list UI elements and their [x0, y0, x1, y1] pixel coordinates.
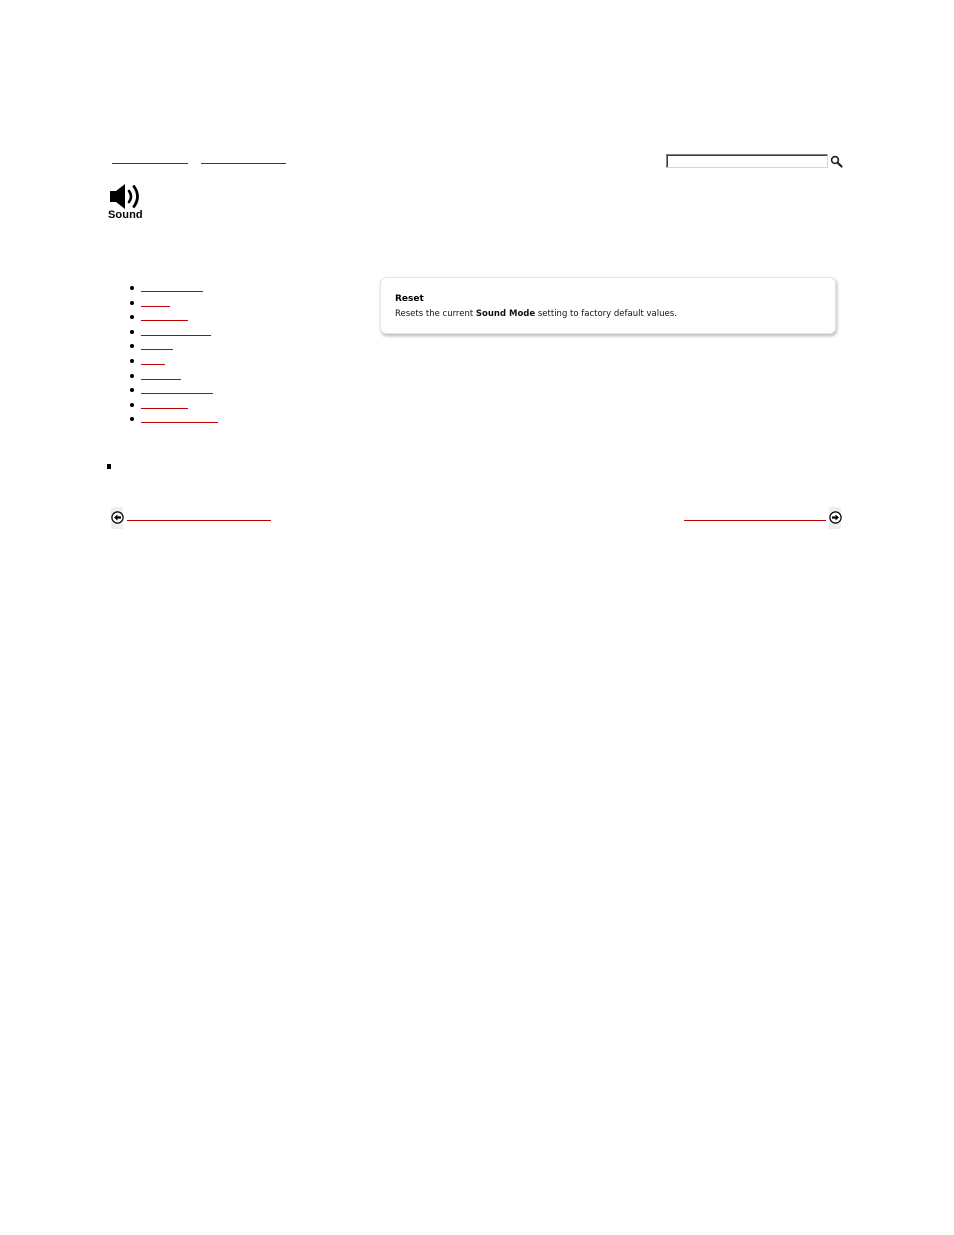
nav-link[interactable]: [141, 326, 211, 336]
prev-page-button[interactable]: [111, 511, 124, 524]
search-icon: [830, 155, 843, 168]
next-page-button[interactable]: [829, 511, 842, 524]
nav-link[interactable]: [141, 399, 188, 409]
breadcrumb-link-home[interactable]: [112, 153, 188, 164]
next-page-link[interactable]: [684, 510, 826, 521]
section-title: Sound: [108, 209, 143, 221]
square-bullet: [107, 464, 111, 469]
card-title: Reset: [395, 294, 424, 304]
nav-link[interactable]: [141, 355, 165, 365]
speaker-icon: [110, 184, 139, 209]
nav-link[interactable]: [141, 413, 218, 424]
arrow-right-circle-icon: [829, 511, 842, 524]
card-description: Resets the current Sound Mode setting to…: [395, 309, 677, 319]
search-input[interactable]: [666, 154, 828, 168]
info-card: Reset Resets the current Sound Mode sett…: [380, 277, 836, 334]
nav-link[interactable]: [141, 311, 188, 322]
setting-name: Sound Mode: [475, 309, 536, 319]
nav-link[interactable]: [141, 340, 173, 351]
arrow-left-circle-icon: [111, 511, 124, 524]
search-button[interactable]: [830, 153, 843, 168]
nav-link[interactable]: [141, 297, 170, 307]
breadcrumb-link-section[interactable]: [201, 153, 286, 164]
nav-link[interactable]: [141, 384, 213, 395]
prev-page-link[interactable]: [127, 510, 271, 521]
nav-link[interactable]: [141, 282, 203, 292]
nav-link[interactable]: [141, 370, 181, 380]
